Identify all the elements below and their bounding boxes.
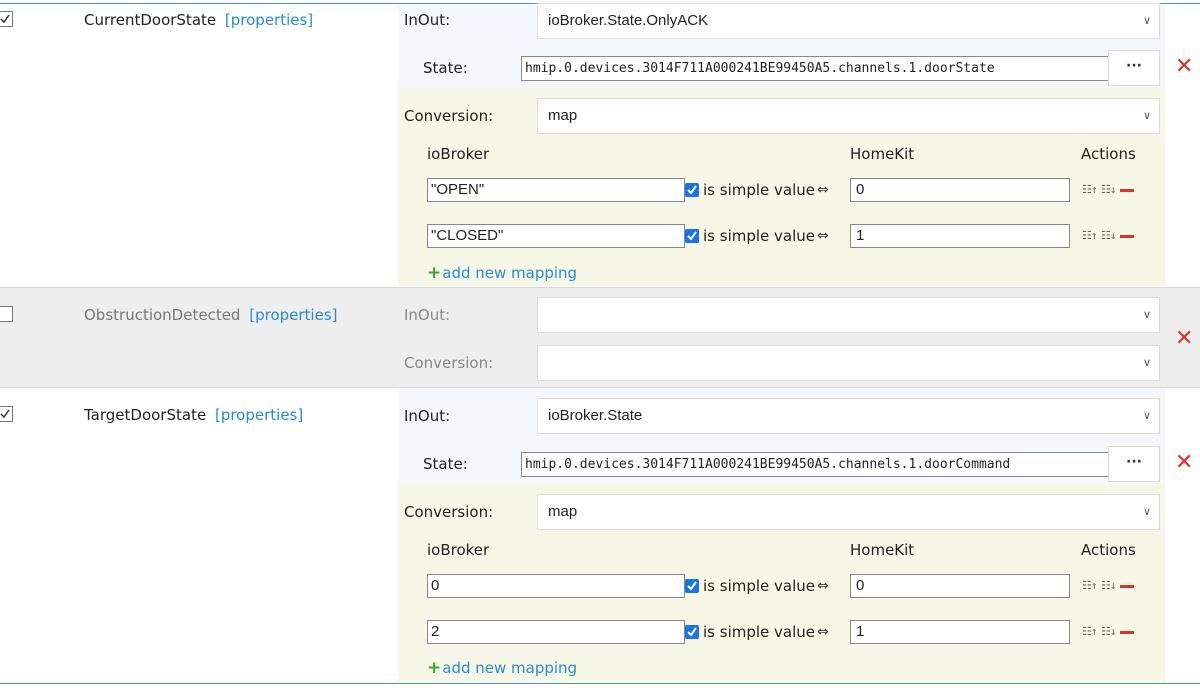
- actions-column-header: Actions: [1081, 541, 1136, 559]
- state-label: State:: [423, 59, 468, 77]
- add-mapping-label: add new mapping: [442, 659, 578, 677]
- characteristic-name: CurrentDoorState [properties]: [84, 11, 313, 29]
- homekit-column-header: HomeKit: [850, 145, 915, 163]
- state-input[interactable]: hmip.0.devices.3014F711A000241BE99450A5.…: [521, 452, 1109, 477]
- state-label: State:: [423, 455, 468, 473]
- check-icon: [687, 185, 697, 195]
- add-mapping-label: add new mapping: [442, 264, 578, 282]
- actions-column-header: Actions: [1081, 145, 1136, 163]
- plus-icon: +: [427, 658, 442, 678]
- simple-value-label: is simple value: [703, 577, 816, 595]
- inout-select-value: ioBroker.State: [548, 407, 643, 424]
- move-up-icon[interactable]: ☷↑: [1082, 579, 1098, 592]
- remove-mapping-icon[interactable]: [1120, 631, 1134, 634]
- inout-select-value: ioBroker.State.OnlyACK: [548, 12, 709, 29]
- check-icon: [687, 627, 697, 637]
- check-icon: [0, 14, 10, 24]
- simple-value-label: is simple value: [703, 181, 816, 199]
- chevron-down-icon: ∨: [1142, 357, 1151, 369]
- chevron-down-icon: ∨: [1142, 506, 1151, 518]
- enable-checkbox[interactable]: [0, 406, 13, 422]
- conversion-select[interactable]: map ∨: [537, 494, 1160, 530]
- conversion-select[interactable]: map ∨: [537, 98, 1160, 134]
- enable-checkbox[interactable]: [0, 11, 13, 27]
- move-down-icon[interactable]: ☷↓: [1101, 625, 1117, 638]
- check-icon: [687, 581, 697, 591]
- move-up-icon[interactable]: ☷↑: [1082, 183, 1098, 196]
- characteristic-name-text: TargetDoorState: [84, 406, 207, 424]
- simple-value-label: is simple value: [703, 623, 816, 641]
- move-down-icon[interactable]: ☷↓: [1101, 579, 1117, 592]
- characteristic-name-text: ObstructionDetected: [84, 306, 241, 324]
- bidirectional-arrow-icon: ⇔: [817, 578, 829, 594]
- simple-value-label: is simple value: [703, 227, 816, 245]
- enable-checkbox[interactable]: [0, 306, 13, 322]
- bidirectional-arrow-icon: ⇔: [817, 228, 829, 244]
- check-icon: [0, 409, 10, 419]
- properties-link[interactable]: [properties]: [249, 306, 337, 324]
- conversion-select-value: map: [548, 107, 578, 124]
- move-down-icon[interactable]: ☷↓: [1101, 183, 1117, 196]
- simple-value-checkbox[interactable]: [685, 625, 699, 639]
- chevron-down-icon: ∨: [1142, 15, 1151, 27]
- plus-icon: +: [427, 263, 442, 283]
- state-input[interactable]: hmip.0.devices.3014F711A000241BE99450A5.…: [521, 56, 1109, 81]
- iobroker-value-input[interactable]: "CLOSED": [427, 224, 685, 248]
- delete-characteristic-icon[interactable]: ✕: [1175, 452, 1193, 474]
- move-up-icon[interactable]: ☷↑: [1082, 625, 1098, 638]
- iobroker-column-header: ioBroker: [427, 145, 490, 163]
- add-mapping-link[interactable]: +add new mapping: [427, 263, 577, 283]
- iobroker-value-input[interactable]: "OPEN": [427, 178, 685, 202]
- chevron-down-icon: ∨: [1142, 110, 1151, 122]
- properties-link[interactable]: [properties]: [225, 11, 313, 29]
- homekit-value-input[interactable]: 0: [850, 574, 1070, 598]
- characteristic-name: TargetDoorState [properties]: [84, 406, 303, 424]
- homekit-value-input[interactable]: 0: [850, 178, 1070, 202]
- iobroker-column-header: ioBroker: [427, 541, 490, 559]
- chevron-down-icon: ∨: [1142, 309, 1151, 321]
- bidirectional-arrow-icon: ⇔: [817, 624, 829, 640]
- chevron-down-icon: ∨: [1142, 410, 1151, 422]
- iobroker-value-input[interactable]: 0: [427, 574, 685, 598]
- homekit-column-header: HomeKit: [850, 541, 915, 559]
- iobroker-value-input[interactable]: 2: [427, 620, 685, 644]
- inout-label: InOut:: [404, 11, 451, 29]
- characteristic-name-text: CurrentDoorState: [84, 11, 217, 29]
- move-down-icon[interactable]: ☷↓: [1101, 229, 1117, 242]
- remove-mapping-icon[interactable]: [1120, 189, 1134, 192]
- inout-select[interactable]: ioBroker.State ∨: [537, 398, 1160, 434]
- delete-characteristic-icon[interactable]: ✕: [1175, 328, 1193, 350]
- simple-value-checkbox[interactable]: [685, 229, 699, 243]
- bottom-border: [0, 683, 1200, 684]
- conversion-select-value: map: [548, 503, 578, 520]
- check-icon: [687, 231, 697, 241]
- homekit-value-input[interactable]: 1: [850, 620, 1070, 644]
- conversion-label: Conversion:: [404, 107, 494, 125]
- conversion-label: Conversion:: [404, 503, 494, 521]
- inout-select[interactable]: ioBroker.State.OnlyACK ∨: [537, 3, 1160, 39]
- conversion-label: Conversion:: [404, 354, 494, 372]
- inout-label: InOut:: [404, 407, 451, 425]
- simple-value-checkbox[interactable]: [685, 579, 699, 593]
- select-state-button[interactable]: ···: [1108, 446, 1160, 482]
- remove-mapping-icon[interactable]: [1120, 235, 1134, 238]
- conversion-select[interactable]: ∨: [537, 345, 1160, 381]
- add-mapping-link[interactable]: +add new mapping: [427, 658, 577, 678]
- simple-value-checkbox[interactable]: [685, 183, 699, 197]
- bidirectional-arrow-icon: ⇔: [817, 182, 829, 198]
- properties-link[interactable]: [properties]: [215, 406, 303, 424]
- homekit-value-input[interactable]: 1: [850, 224, 1070, 248]
- move-up-icon[interactable]: ☷↑: [1082, 229, 1098, 242]
- characteristic-name: ObstructionDetected [properties]: [84, 306, 337, 324]
- delete-characteristic-icon[interactable]: ✕: [1175, 56, 1193, 78]
- select-state-button[interactable]: ···: [1108, 50, 1160, 86]
- inout-label: InOut:: [404, 306, 451, 324]
- inout-select[interactable]: ∨: [537, 297, 1160, 333]
- remove-mapping-icon[interactable]: [1120, 585, 1134, 588]
